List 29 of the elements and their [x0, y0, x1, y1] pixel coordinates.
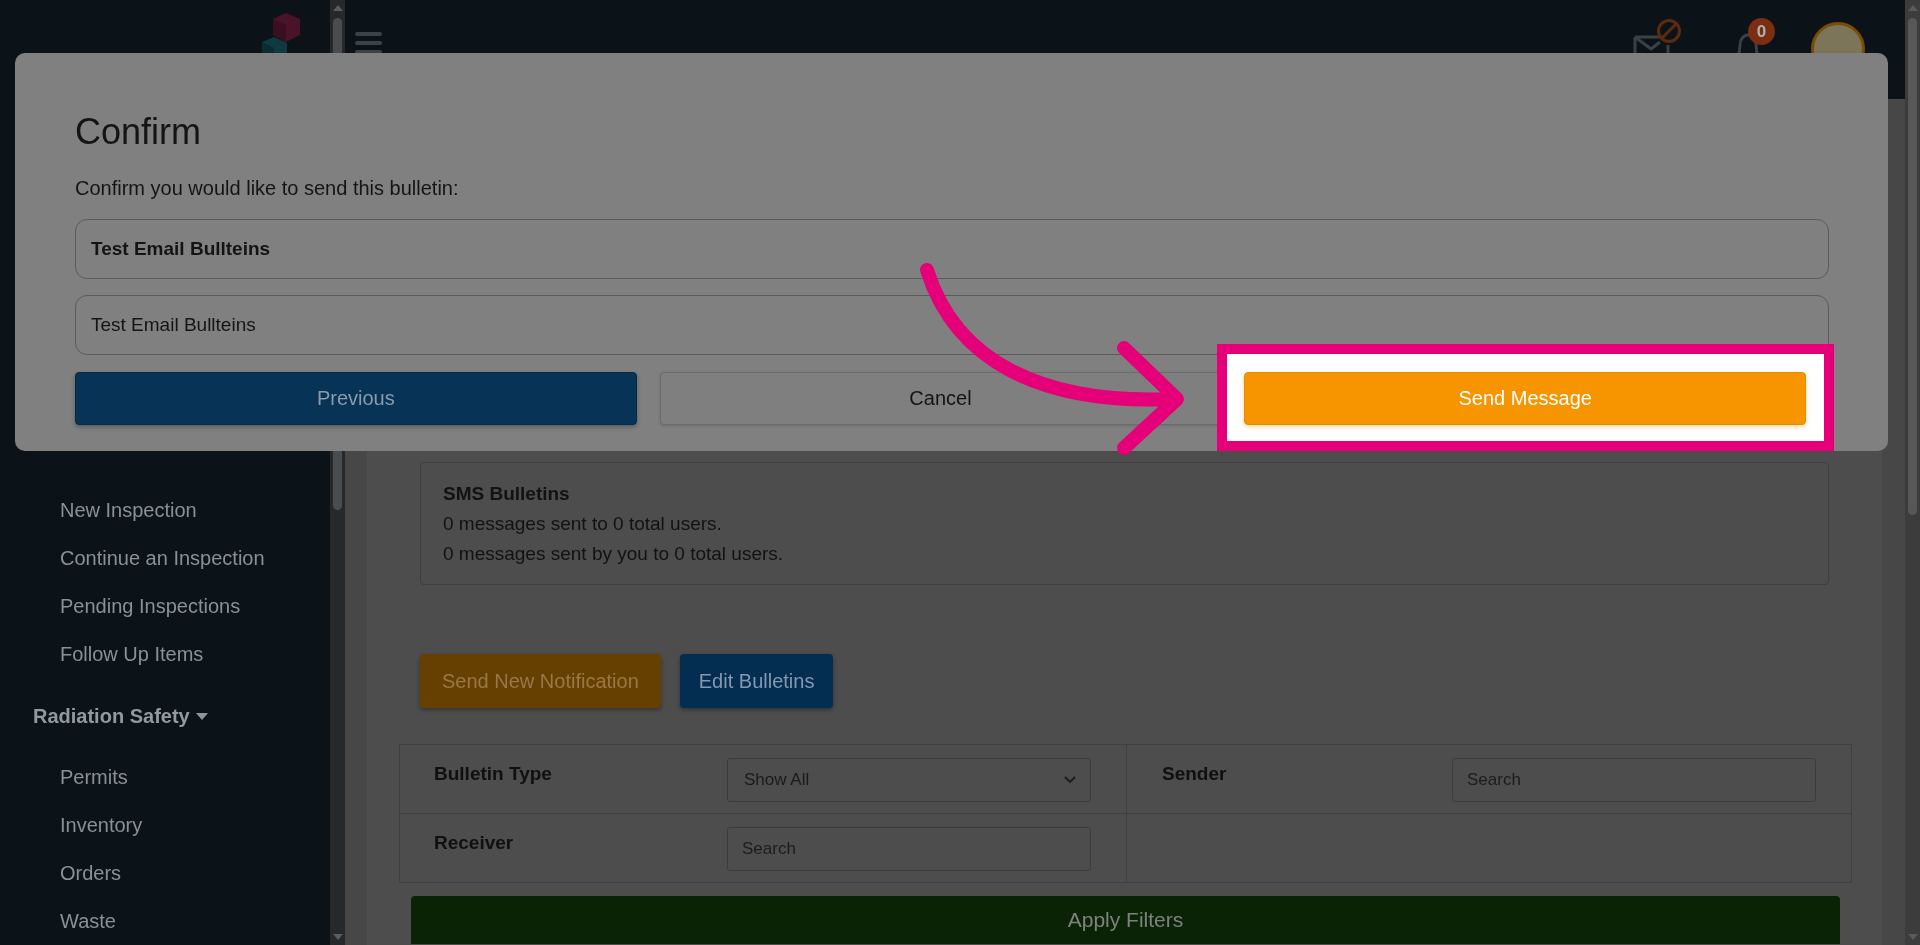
sidebar-link[interactable]: Inventory [60, 813, 143, 837]
menu-icon[interactable] [355, 32, 382, 54]
scroll-down-icon[interactable] [1907, 934, 1918, 940]
sidebar-link[interactable]: Permits [60, 765, 128, 789]
sidebar-link[interactable]: Orders [60, 861, 122, 885]
dialog-message: Confirm you would like to send this bulletin: [75, 176, 459, 200]
sidebar-section-toggle[interactable]: Radiation Safety [33, 704, 208, 728]
notification-count: 0 [1748, 18, 1775, 45]
dialog-title: Confirm [75, 110, 202, 154]
card-title: SMS Bulletins [443, 482, 570, 506]
sidebar-link[interactable]: Follow Up Items [60, 642, 204, 666]
sidebar-link[interactable]: Continue an Inspection [60, 546, 265, 570]
scroll-up-icon[interactable] [1907, 5, 1918, 11]
scroll-up-icon[interactable] [332, 5, 343, 11]
action-button[interactable]: Edit Bulletins [679, 654, 834, 708]
filter-label: Bulletin Type [434, 763, 552, 785]
dialog-button[interactable]: Previous [75, 372, 637, 425]
scroll-down-icon[interactable] [332, 934, 343, 940]
apply-filters-button[interactable]: Apply Filters [411, 896, 1840, 944]
summary-text: 0 messages sent by you to 0 total users. [443, 542, 784, 566]
chevron-down-icon [1064, 776, 1076, 784]
scrollbar-thumb[interactable] [1908, 18, 1917, 515]
sidebar-link[interactable]: New Inspection [60, 498, 197, 522]
summary-text: 0 messages sent to 0 total users. [443, 512, 722, 536]
filter-label: Receiver [434, 832, 514, 854]
sidebar-link[interactable]: Pending Inspections [60, 594, 241, 618]
sidebar-link[interactable]: Waste [60, 909, 116, 933]
subject-field: Test Email Bullteins [75, 219, 1829, 279]
filter-label: Sender [1162, 763, 1227, 785]
